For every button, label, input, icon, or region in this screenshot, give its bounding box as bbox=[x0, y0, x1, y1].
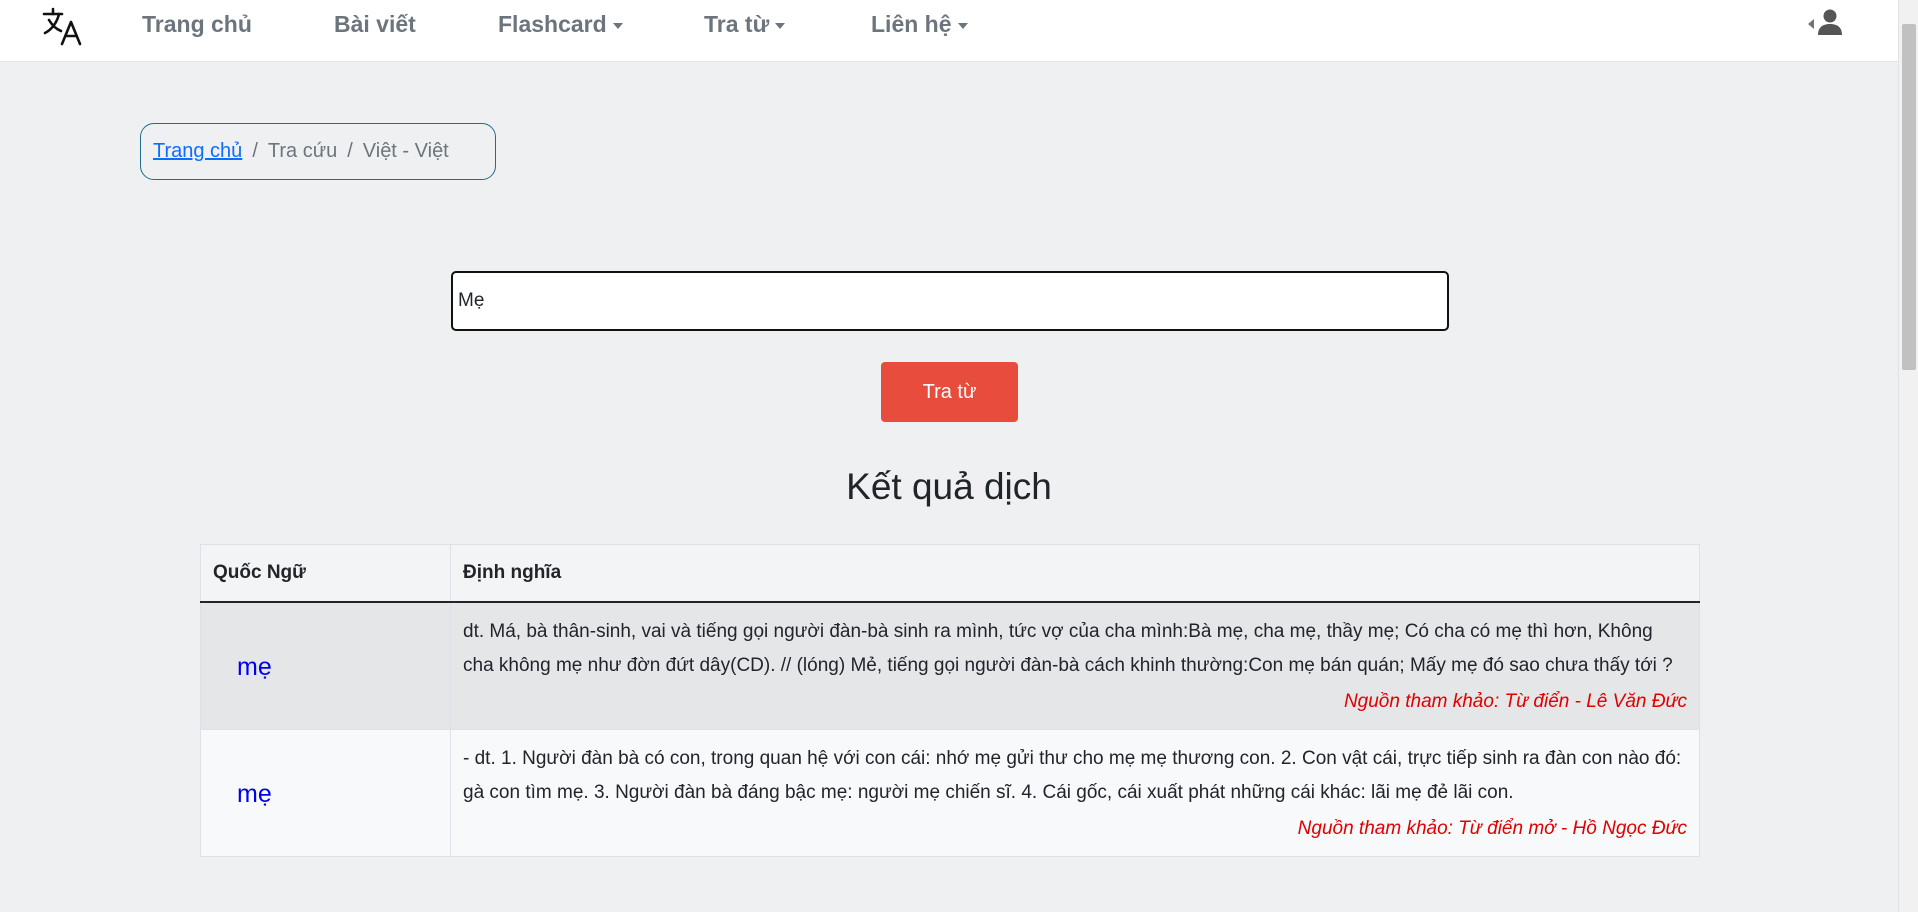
definition-text: - dt. 1. Người đàn bà có con, trong quan… bbox=[463, 747, 1682, 803]
definition-cell: - dt. 1. Người đàn bà có con, trong quan… bbox=[450, 729, 1700, 857]
source-reference: Nguồn tham khảo: Từ điển - Lê Văn Đức bbox=[1343, 690, 1687, 712]
scrollbar-thumb[interactable] bbox=[1902, 24, 1916, 370]
nav-lookup-label: Tra từ bbox=[704, 10, 770, 37]
results-table: Quốc Ngữ Định nghĩa mẹ dt. Má, bà thân-s… bbox=[200, 544, 1700, 857]
user-menu-dropdown[interactable] bbox=[1808, 8, 1848, 40]
page-scrollbar[interactable] bbox=[1898, 0, 1918, 912]
word-cell: mẹ bbox=[200, 601, 451, 730]
word-link[interactable]: mẹ bbox=[237, 780, 272, 808]
nav-articles[interactable]: Bài viết bbox=[334, 8, 416, 40]
definition-cell: dt. Má, bà thân-sinh, vai và tiếng gọi n… bbox=[450, 601, 1700, 730]
word-link[interactable]: mẹ bbox=[237, 653, 272, 681]
nav-home-label: Trang chủ bbox=[142, 10, 252, 37]
breadcrumb: Trang chủ / Tra cứu / Việt - Việt bbox=[140, 123, 496, 180]
word-cell: mẹ bbox=[200, 729, 451, 857]
breadcrumb-item-viet-viet: Việt - Việt bbox=[362, 140, 449, 162]
table-row: mẹ - dt. 1. Người đàn bà có con, trong q… bbox=[200, 729, 1700, 857]
user-icon bbox=[1818, 8, 1842, 41]
nav-contact-label: Liên hệ bbox=[871, 10, 952, 37]
nav-flashcard-dropdown[interactable]: Flashcard bbox=[498, 8, 623, 40]
results-title: Kết quả dịch bbox=[846, 466, 1052, 507]
top-navbar: Trang chủ Bài viết Flashcard Tra từ Liên… bbox=[0, 0, 1898, 62]
breadcrumb-separator: / bbox=[252, 140, 258, 162]
breadcrumb-home-link[interactable]: Trang chủ bbox=[153, 140, 242, 163]
nav-flashcard-label: Flashcard bbox=[498, 10, 607, 37]
column-header-word: Quốc Ngữ bbox=[200, 544, 451, 603]
nav-contact-dropdown[interactable]: Liên hệ bbox=[871, 8, 968, 40]
caret-down-icon bbox=[775, 22, 786, 29]
nav-home[interactable]: Trang chủ bbox=[142, 8, 252, 40]
search-input[interactable] bbox=[451, 271, 1449, 331]
column-header-definition: Định nghĩa bbox=[450, 544, 1700, 603]
table-header-row: Quốc Ngữ Định nghĩa bbox=[200, 544, 1700, 603]
source-reference: Nguồn tham khảo: Từ điển mở - Hồ Ngọc Đứ… bbox=[1297, 817, 1687, 839]
caret-down-icon bbox=[957, 22, 968, 29]
translate-icon[interactable] bbox=[40, 4, 84, 48]
nav-lookup-dropdown[interactable]: Tra từ bbox=[704, 8, 786, 40]
caret-down-icon bbox=[612, 22, 623, 29]
breadcrumb-separator: / bbox=[347, 140, 353, 162]
nav-articles-label: Bài viết bbox=[334, 10, 416, 37]
caret-left-icon bbox=[1808, 19, 1814, 29]
table-row: mẹ dt. Má, bà thân-sinh, vai và tiếng gọ… bbox=[200, 601, 1700, 730]
definition-text: dt. Má, bà thân-sinh, vai và tiếng gọi n… bbox=[463, 620, 1673, 676]
lookup-button[interactable]: Tra từ bbox=[881, 362, 1018, 422]
breadcrumb-item-lookup: Tra cứu bbox=[267, 140, 338, 162]
